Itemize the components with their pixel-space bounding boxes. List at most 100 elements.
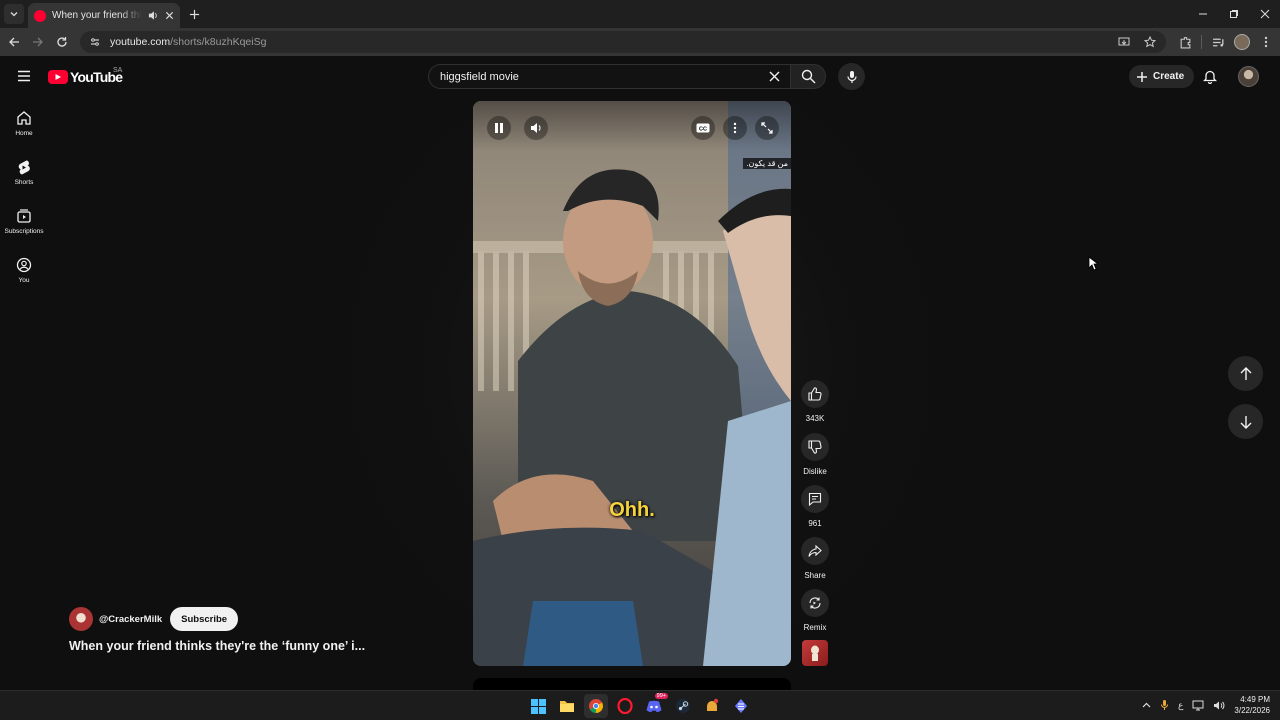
shorts-video-player[interactable]: CC من قد يكون. Ohh.: [473, 101, 791, 666]
chrome-taskbar-button[interactable]: [584, 694, 608, 718]
subscribe-button[interactable]: Subscribe: [170, 607, 239, 631]
comment-count: 961: [808, 519, 822, 528]
tab-close-icon[interactable]: [165, 11, 174, 20]
speaker-icon[interactable]: [1213, 700, 1225, 711]
dislike-button[interactable]: [801, 433, 829, 461]
like-action[interactable]: 343K: [797, 380, 833, 423]
install-app-icon[interactable]: [1116, 34, 1132, 50]
notifications-button[interactable]: [1200, 66, 1220, 86]
search-input-value[interactable]: higgsfield movie: [440, 71, 762, 83]
previous-short-button[interactable]: [1228, 356, 1263, 391]
comments-action[interactable]: 961: [797, 485, 833, 528]
account-avatar[interactable]: [1238, 66, 1259, 87]
share-label: Share: [804, 571, 826, 580]
short-title[interactable]: When your friend thinks they're the ‘fun…: [69, 639, 365, 653]
show-hidden-icons-button[interactable]: [1142, 702, 1151, 708]
share-action[interactable]: Share: [797, 537, 833, 580]
guide-menu-button[interactable]: [14, 66, 34, 86]
volume-button[interactable]: [524, 116, 548, 140]
browser-tab-active[interactable]: When your friend thinks they're the 'fun…: [28, 3, 180, 28]
dev-tool-button[interactable]: [729, 694, 753, 718]
voice-search-button[interactable]: [838, 63, 865, 90]
search-button[interactable]: [790, 64, 826, 89]
microphone-in-use-icon[interactable]: [1160, 699, 1169, 711]
tab-search-button[interactable]: [4, 4, 24, 24]
address-bar[interactable]: youtube.com /shorts/k8uzhKqeiSg: [80, 31, 1166, 53]
remix-button[interactable]: [801, 589, 829, 617]
channel-avatar[interactable]: [69, 607, 93, 631]
rail-label-shorts: Shorts: [14, 178, 34, 186]
steam-button[interactable]: [671, 694, 695, 718]
next-short-preview[interactable]: [473, 678, 791, 690]
youtube-logo[interactable]: YouTube: [48, 69, 123, 85]
new-tab-button[interactable]: [186, 6, 202, 22]
share-button[interactable]: [801, 537, 829, 565]
plus-icon: [1137, 71, 1147, 82]
remix-label: Remix: [803, 623, 827, 632]
country-code: SA: [113, 67, 123, 74]
svg-text:CC: CC: [699, 126, 707, 132]
fullscreen-button[interactable]: [755, 116, 779, 140]
browser-profile-avatar[interactable]: [1234, 34, 1250, 50]
back-button[interactable]: [6, 34, 22, 50]
restore-button[interactable]: [1218, 0, 1249, 28]
game-app-button[interactable]: [700, 694, 724, 718]
subscriptions-icon: [17, 208, 31, 223]
rail-item-subscriptions[interactable]: Subscriptions: [0, 200, 48, 242]
share-icon: [808, 544, 822, 557]
opera-icon: [617, 698, 633, 714]
reload-button[interactable]: [54, 34, 70, 50]
media-controls-icon[interactable]: [1210, 34, 1226, 50]
pause-button[interactable]: [487, 116, 511, 140]
channel-handle[interactable]: @CrackerMilk: [99, 614, 162, 625]
toolbar-separator: [1201, 35, 1202, 49]
forward-button[interactable]: [30, 34, 46, 50]
burned-subtitle: Ohh.: [609, 499, 655, 521]
browser-menu-icon[interactable]: [1258, 34, 1274, 50]
youtube-logo-icon: [48, 70, 68, 84]
chrome-icon: [589, 699, 603, 713]
pause-icon: [495, 123, 503, 133]
file-explorer-button[interactable]: [555, 694, 579, 718]
minimize-button[interactable]: [1187, 0, 1218, 28]
rail-item-you[interactable]: You: [0, 249, 48, 291]
steam-icon: [676, 699, 690, 713]
network-icon[interactable]: [1192, 700, 1204, 711]
remix-action[interactable]: Remix: [797, 589, 833, 632]
windows-taskbar: 99+ ع 4:49 PM 3/22/2026: [0, 690, 1280, 720]
video-frame-image: [473, 101, 791, 666]
diamond-app-icon: [735, 699, 747, 713]
dislike-label: Dislike: [803, 467, 827, 476]
rail-item-shorts[interactable]: Shorts: [0, 151, 48, 193]
create-label: Create: [1153, 71, 1185, 82]
like-button[interactable]: [801, 380, 829, 408]
create-button[interactable]: Create: [1129, 65, 1195, 88]
captions-button[interactable]: CC: [691, 116, 715, 140]
input-language-indicator[interactable]: ع: [1178, 700, 1183, 711]
tab-audio-icon[interactable]: [148, 10, 159, 21]
search-input[interactable]: higgsfield movie: [428, 64, 790, 89]
search-icon: [801, 69, 815, 84]
bookmark-star-icon[interactable]: [1142, 34, 1158, 50]
rail-item-home[interactable]: Home: [0, 102, 48, 144]
channel-logo-icon: [811, 645, 819, 661]
site-info-icon[interactable]: [88, 35, 102, 49]
shorts-icon: [18, 160, 30, 174]
comments-button[interactable]: [801, 485, 829, 513]
start-button[interactable]: [526, 694, 550, 718]
rail-label-home: Home: [15, 129, 33, 137]
extensions-icon[interactable]: [1177, 34, 1193, 50]
more-options-button[interactable]: [723, 116, 747, 140]
rail-label-subscriptions: Subscriptions: [4, 227, 44, 235]
browser-toolbar: youtube.com /shorts/k8uzhKqeiSg: [0, 28, 1280, 56]
clear-search-icon[interactable]: [762, 65, 786, 89]
mouse-cursor-icon: [1088, 256, 1098, 271]
discord-button[interactable]: 99+: [642, 693, 668, 718]
system-clock[interactable]: 4:49 PM 3/22/2026: [1234, 694, 1270, 716]
next-short-button[interactable]: [1228, 404, 1263, 439]
opera-button[interactable]: [613, 694, 637, 718]
close-window-button[interactable]: [1249, 0, 1280, 28]
dislike-action[interactable]: Dislike: [797, 433, 833, 476]
sound-pivot-thumbnail[interactable]: [802, 640, 828, 666]
game-app-icon: [707, 698, 719, 711]
